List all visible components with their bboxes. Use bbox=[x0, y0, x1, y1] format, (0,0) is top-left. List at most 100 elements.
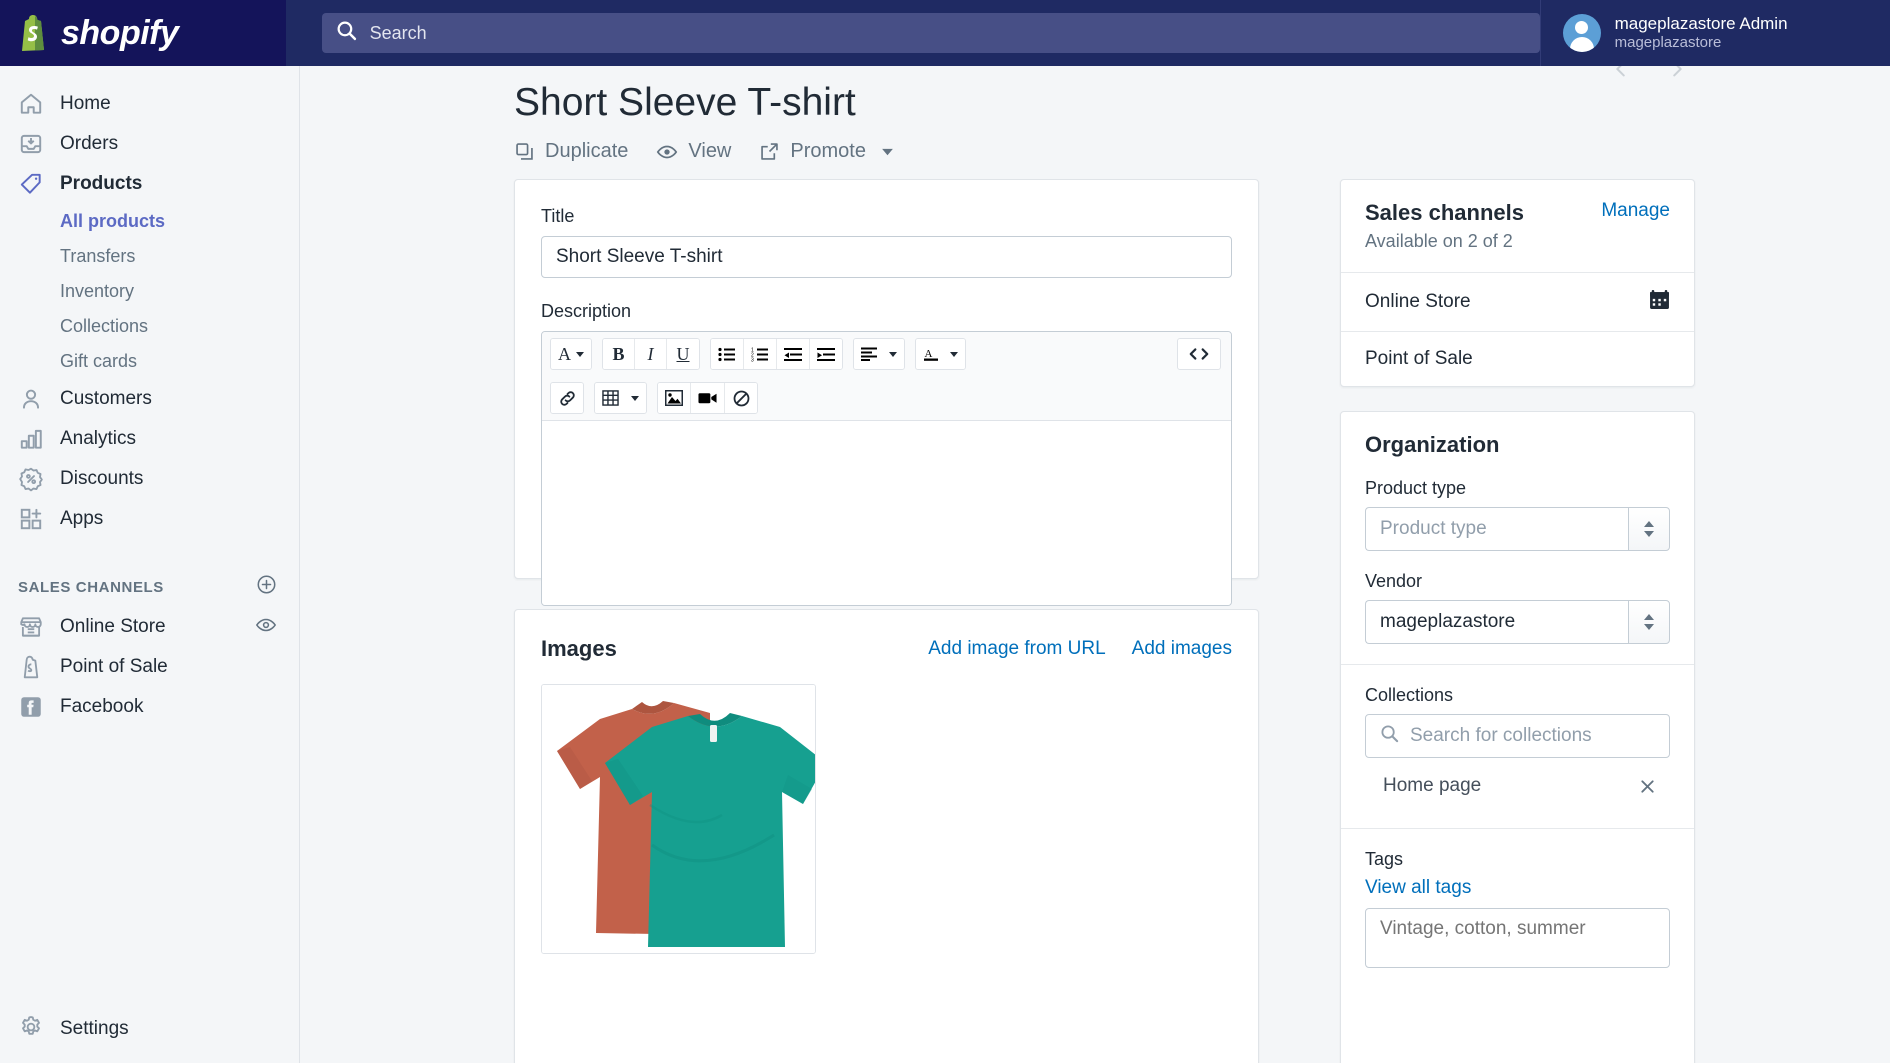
main-content: Short Sleeve T-shirt Duplicate View Prom… bbox=[300, 66, 1890, 1063]
sidebar-subitem-label: Collections bbox=[60, 316, 149, 336]
sidebar-item-point-of-sale[interactable]: Point of Sale bbox=[0, 647, 299, 687]
product-type-select[interactable] bbox=[1365, 507, 1670, 551]
text-style-group: B I U bbox=[602, 338, 700, 370]
calendar-icon[interactable] bbox=[1649, 289, 1670, 315]
title-input[interactable] bbox=[541, 236, 1232, 278]
channel-row-point-of-sale[interactable]: Point of Sale bbox=[1341, 331, 1694, 386]
sidebar-item-products[interactable]: Products bbox=[0, 164, 299, 204]
sidebar-subitem-label: Inventory bbox=[60, 281, 135, 301]
tags-input[interactable] bbox=[1365, 908, 1670, 968]
previous-page-button[interactable] bbox=[1610, 66, 1632, 84]
collections-search-placeholder: Search for collections bbox=[1410, 725, 1592, 746]
sidebar-item-home[interactable]: Home bbox=[0, 84, 299, 124]
vendor-input[interactable] bbox=[1365, 600, 1628, 644]
view-button[interactable]: View bbox=[656, 140, 731, 163]
next-page-button[interactable] bbox=[1666, 66, 1688, 84]
eye-icon bbox=[656, 141, 678, 163]
view-label: View bbox=[688, 140, 732, 162]
list-group: 123 bbox=[710, 338, 843, 370]
page-title: Short Sleeve T-shirt bbox=[514, 81, 856, 124]
sidebar-item-customers[interactable]: Customers bbox=[0, 379, 299, 419]
vendor-stepper[interactable] bbox=[1628, 600, 1670, 644]
duplicate-button[interactable]: Duplicate bbox=[514, 140, 628, 163]
remove-collection-icon[interactable] bbox=[1630, 769, 1664, 803]
outdent-icon[interactable] bbox=[777, 339, 810, 369]
numbered-list-icon[interactable]: 123 bbox=[744, 339, 777, 369]
vendor-select[interactable] bbox=[1365, 600, 1670, 644]
sidebar-subitem-label: Gift cards bbox=[60, 351, 138, 371]
promote-button[interactable]: Promote bbox=[759, 140, 895, 163]
table-icon[interactable] bbox=[595, 383, 646, 413]
caret-up-icon bbox=[1644, 614, 1654, 620]
pos-bag-icon bbox=[18, 654, 44, 680]
sales-channels-header: Sales channels Available on 2 of 2 Manag… bbox=[1341, 180, 1694, 272]
apps-grid-plus-icon bbox=[18, 506, 44, 532]
channel-row-online-store[interactable]: Online Store bbox=[1341, 272, 1694, 331]
product-type-stepper[interactable] bbox=[1628, 507, 1670, 551]
sidebar-item-settings[interactable]: Settings bbox=[0, 1009, 299, 1049]
sidebar-item-discounts[interactable]: Discounts bbox=[0, 459, 299, 499]
account-name: mageplazastore Admin bbox=[1614, 14, 1788, 33]
sidebar-item-facebook[interactable]: Facebook bbox=[0, 687, 299, 727]
collections-search-input[interactable]: Search for collections bbox=[1365, 714, 1670, 758]
shopify-wordmark: shopify bbox=[61, 14, 179, 52]
home-icon bbox=[18, 91, 44, 117]
pagination-controls bbox=[1610, 66, 1720, 84]
sidebar-item-label: Analytics bbox=[60, 428, 137, 449]
search-input[interactable]: Search bbox=[321, 13, 1540, 53]
italic-icon[interactable]: I bbox=[635, 339, 667, 369]
manage-channels-link[interactable]: Manage bbox=[1601, 200, 1670, 222]
clear-formatting-icon[interactable] bbox=[725, 383, 757, 413]
sidebar-item-label: Point of Sale bbox=[60, 656, 168, 677]
svg-text:3: 3 bbox=[751, 357, 754, 362]
add-image-from-url-link[interactable]: Add image from URL bbox=[928, 638, 1105, 660]
organization-fields: Organization Product type Vendor bbox=[1341, 412, 1694, 664]
sidebar-item-apps[interactable]: Apps bbox=[0, 499, 299, 539]
sidebar-item-label: Facebook bbox=[60, 696, 144, 717]
search-area: Search bbox=[286, 13, 1540, 53]
discounts-percent-icon bbox=[18, 466, 44, 492]
sidebar-subitem-transfers[interactable]: Transfers bbox=[0, 239, 299, 274]
sidebar-item-analytics[interactable]: Analytics bbox=[0, 419, 299, 459]
sales-channels-title: Sales channels bbox=[1365, 200, 1524, 225]
insert-video-icon[interactable] bbox=[691, 383, 725, 413]
add-images-link[interactable]: Add images bbox=[1132, 638, 1232, 660]
account-menu[interactable]: mageplazastore Admin mageplazastore bbox=[1539, 0, 1890, 66]
html-code-icon[interactable] bbox=[1177, 338, 1221, 370]
collection-chip-home-page: Home page bbox=[1365, 764, 1670, 808]
font-family-icon[interactable]: A bbox=[551, 339, 591, 369]
sales-channels-section-header: SALES CHANNELS bbox=[0, 567, 299, 607]
account-labels: mageplazastore Admin mageplazastore bbox=[1615, 13, 1788, 53]
underline-icon[interactable]: U bbox=[667, 339, 699, 369]
preview-store-eye-icon[interactable] bbox=[255, 614, 277, 641]
link-icon[interactable] bbox=[551, 383, 583, 413]
collections-label: Collections bbox=[1365, 685, 1454, 705]
shopify-logo[interactable]: shopify bbox=[0, 0, 286, 66]
text-color-icon[interactable]: A bbox=[916, 339, 965, 369]
product-image-thumbnail[interactable] bbox=[541, 684, 816, 954]
bold-icon[interactable]: B bbox=[603, 339, 635, 369]
sidebar-subitem-inventory[interactable]: Inventory bbox=[0, 274, 299, 309]
sidebar-subitem-collections[interactable]: Collections bbox=[0, 309, 299, 344]
link-group bbox=[550, 382, 584, 414]
page-actions: Duplicate View Promote bbox=[514, 140, 895, 163]
bullet-list-icon[interactable] bbox=[711, 339, 744, 369]
sidebar-item-online-store[interactable]: Online Store bbox=[0, 607, 299, 647]
sidebar-item-orders[interactable]: Orders bbox=[0, 124, 299, 164]
view-all-tags-link[interactable]: View all tags bbox=[1365, 877, 1670, 899]
add-sales-channel-icon[interactable] bbox=[256, 574, 277, 600]
indent-icon[interactable] bbox=[810, 339, 842, 369]
sidebar-subitem-gift-cards[interactable]: Gift cards bbox=[0, 344, 299, 379]
description-text-area[interactable] bbox=[542, 420, 1231, 605]
tags-label: Tags bbox=[1365, 849, 1404, 869]
align-icon[interactable] bbox=[854, 339, 904, 369]
product-type-input[interactable] bbox=[1365, 507, 1628, 551]
font-group: A bbox=[550, 338, 592, 370]
color-group: A bbox=[915, 338, 966, 370]
sidebar-subitem-all-products[interactable]: All products bbox=[0, 204, 299, 239]
channel-label: Point of Sale bbox=[1365, 348, 1473, 369]
sales-channels-subtitle: Available on 2 of 2 bbox=[1365, 231, 1513, 251]
media-group bbox=[657, 382, 758, 414]
sidebar-item-label: Online Store bbox=[60, 616, 166, 637]
insert-image-icon[interactable] bbox=[658, 383, 691, 413]
